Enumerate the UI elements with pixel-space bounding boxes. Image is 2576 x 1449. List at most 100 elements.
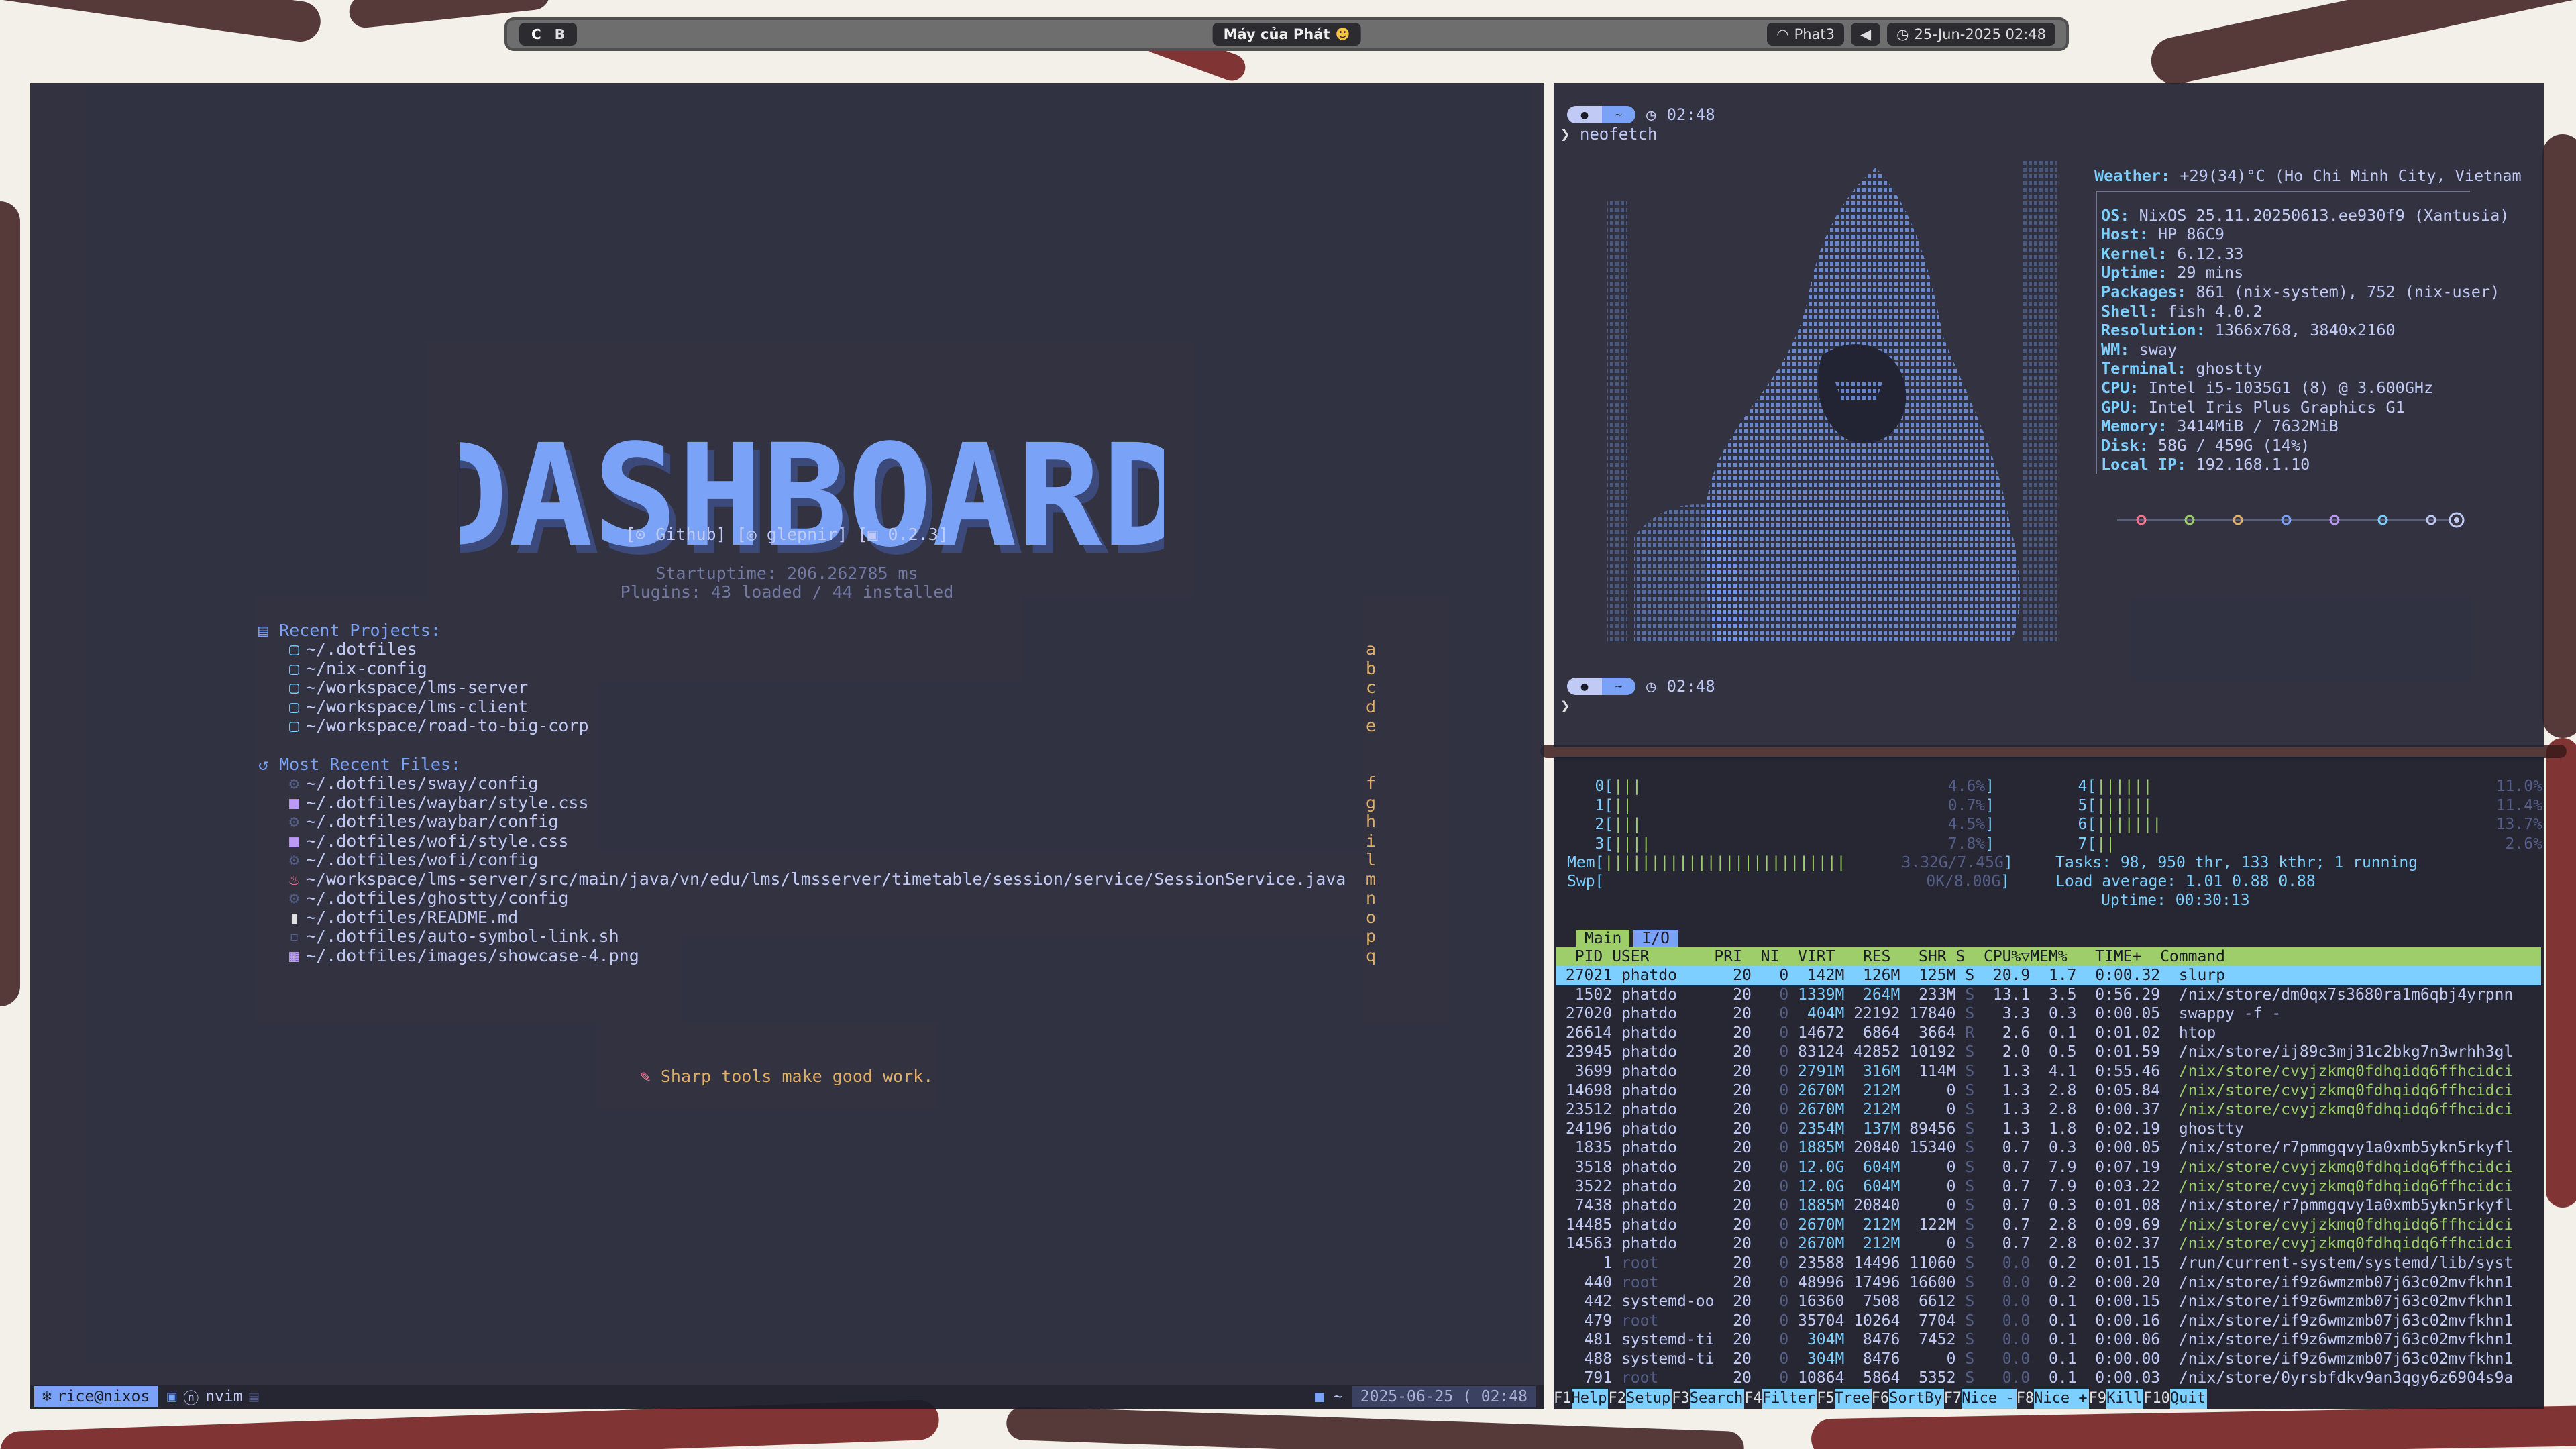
table-row[interactable]: 479 root 20 0 35704 10264 7704 S 0.0 0.1…: [1556, 1311, 2541, 1331]
table-row[interactable]: 1 root 20 0 23588 14496 11060 S 0.0 0.2 …: [1556, 1254, 2541, 1273]
table-row[interactable]: 14485 phatdo 20 0 2670M 212M 122M S 0.7 …: [1556, 1216, 2541, 1235]
folder-icon: ▢: [289, 716, 300, 735]
file-item[interactable]: ⚙ ~/.dotfiles/ghostty/config n: [258, 888, 1376, 908]
process-table[interactable]: 27021 phatdo 20 0 142M 126M 125M S 20.9 …: [1556, 966, 2541, 1388]
htop-terminal[interactable]: 0[||| 4.6%] 1[|| 0.7%] 2[||| 4.5%] 3[|||…: [1554, 757, 2544, 1409]
table-row[interactable]: 1835 phatdo 20 0 1885M 20840 15340 S 0.7…: [1556, 1138, 2541, 1158]
table-row[interactable]: 1502 phatdo 20 0 1339M 264M 233M S 13.1 …: [1556, 985, 2541, 1005]
file-item[interactable]: ♨ ~/workspace/lms-server/src/main/java/vn…: [258, 869, 1376, 890]
project-item[interactable]: ▢ ~/workspace/lms-client d: [258, 697, 1376, 717]
file-item[interactable]: ■ ~/.dotfiles/wofi/style.css i: [258, 830, 1376, 851]
fkey-label: F2: [1608, 1390, 1626, 1407]
nvim-window[interactable]: DASHBOARD DASHBOARD [⊙ Github] [◎ glepni…: [30, 83, 1544, 1409]
table-row[interactable]: 791 root 20 0 10864 5864 5352 S 0.0 0.1 …: [1556, 1368, 2541, 1388]
fkey-action[interactable]: Tree: [1834, 1389, 1872, 1409]
file-item[interactable]: ▮ ~/.dotfiles/README.md o: [258, 908, 1376, 928]
file-item[interactable]: ■ ~/.dotfiles/waybar/style.css g: [258, 792, 1376, 813]
home-icon: ~: [1602, 678, 1635, 695]
table-row[interactable]: 23945 phatdo 20 0 83124 42852 10192 S 2.…: [1556, 1042, 2541, 1062]
table-row[interactable]: 488 systemd-ti 20 0 304M 8476 0 S 0.0 0.…: [1556, 1350, 2541, 1369]
fkey-action[interactable]: Setup: [1625, 1389, 1672, 1409]
table-row[interactable]: 23512 phatdo 20 0 2670M 212M 0 S 1.3 2.8…: [1556, 1100, 2541, 1120]
plugins-count: Plugins: 43 loaded / 44 installed: [620, 582, 954, 602]
table-row[interactable]: 481 systemd-ti 20 0 304M 8476 7452 S 0.0…: [1556, 1330, 2541, 1350]
tab-io[interactable]: I/O: [1633, 930, 1678, 947]
gear-icon: ⚙: [289, 888, 300, 908]
clock[interactable]: ◷ 25-Jun-2025 02:48: [1887, 23, 2055, 46]
startuptime: Startuptime: 206.262785 ms: [655, 564, 918, 583]
github-link[interactable]: Github: [655, 525, 716, 544]
file-item[interactable]: ⚙ ~/.dotfiles/sway/config f: [258, 773, 1376, 794]
fkey-action[interactable]: Filter: [1762, 1389, 1817, 1409]
tasks-line: Tasks: 98, 950 thr, 133 kthr; 1 running: [2055, 854, 2418, 871]
user-link[interactable]: glepnir: [767, 525, 837, 544]
fkey-action[interactable]: Help: [1571, 1389, 1609, 1409]
clock-datetime: 25-Jun-2025 02:48: [1914, 26, 2047, 42]
fkey-action[interactable]: Kill: [2106, 1389, 2144, 1409]
statusline-user-label: rice@nixos: [56, 1388, 150, 1405]
wifi-status[interactable]: ◠ Phat3: [1767, 23, 1845, 46]
shell-icon: ▫: [289, 926, 300, 946]
file-item[interactable]: ▫ ~/.dotfiles/auto-symbol-link.sh p: [258, 926, 1376, 947]
file-item[interactable]: ⚙ ~/.dotfiles/wofi/config l: [258, 850, 1376, 870]
fkey-label: F8: [2016, 1390, 2035, 1407]
clock-icon: ◷: [1896, 26, 1909, 42]
table-row[interactable]: 3518 phatdo 20 0 12.0G 604M 0 S 0.7 7.9 …: [1556, 1158, 2541, 1177]
file-item[interactable]: ▦ ~/.dotfiles/images/showcase-4.png q: [258, 945, 1376, 966]
swap-meter: Swp[0K/8.00G]: [1567, 873, 2010, 890]
fkey-action[interactable]: SortBy: [1889, 1389, 1944, 1409]
project-item[interactable]: ▢ ~/nix-config b: [258, 659, 1376, 679]
table-row[interactable]: 3522 phatdo 20 0 12.0G 604M 0 S 0.7 7.9 …: [1556, 1177, 2541, 1197]
fkey-action[interactable]: Search: [1689, 1389, 1745, 1409]
table-row[interactable]: 27021 phatdo 20 0 142M 126M 125M S 20.9 …: [1556, 966, 2541, 985]
project-item[interactable]: ▢ ~/workspace/lms-server c: [258, 678, 1376, 698]
statusline-mode-label: nvim: [205, 1388, 243, 1405]
table-row[interactable]: 7438 phatdo 20 0 1885M 20840 0 S 0.7 0.3…: [1556, 1196, 2541, 1216]
wifi-ssid: Phat3: [1794, 26, 1835, 42]
recent-projects-title: Recent Projects:: [279, 620, 441, 640]
color-palette: [2117, 512, 2465, 528]
table-row[interactable]: 440 root 20 0 48996 17496 16600 S 0.0 0.…: [1556, 1273, 2541, 1293]
window-title: Máy của Phát ☻: [1212, 23, 1361, 46]
table-row[interactable]: 24196 phatdo 20 0 2354M 137M 89456 S 1.3…: [1556, 1120, 2541, 1139]
fkey-action[interactable]: Nice -: [1962, 1389, 2017, 1409]
neofetch-terminal[interactable]: ● ~ ◷ 02:48 ❯ neofetch Weather: +29(34)°…: [1554, 83, 2544, 747]
weather-value: +29(34)°C (Ho Chi Minh City, Vietnam: [2180, 166, 2522, 185]
project-item[interactable]: ▢ ~/workspace/road-to-big-corp e: [258, 716, 1376, 736]
workspace-b[interactable]: B: [549, 26, 570, 42]
fkey-action[interactable]: Quit: [2169, 1389, 2207, 1409]
folder-icon: ▢: [289, 678, 300, 697]
table-row[interactable]: 3699 phatdo 20 0 2791M 316M 114M S 1.3 4…: [1556, 1062, 2541, 1081]
volume-status[interactable]: ◀: [1851, 23, 1881, 46]
cpu-meter: 0[||| 4.6%]: [1567, 777, 1995, 795]
prompt-time: 02:48: [1666, 105, 1715, 124]
chevron-right-icon[interactable]: ❯: [1560, 696, 1570, 715]
cpu-meter: 4[|||||| 11.0%]: [2050, 777, 2544, 795]
table-row[interactable]: 442 systemd-oo 20 0 16360 7508 6612 S 0.…: [1556, 1292, 2541, 1311]
command-line: ❯ neofetch: [1560, 125, 1658, 144]
nvim-statusline: ❄ rice@nixos ▣ ⓝ nvim ▤ ■ ~ 2025-06-25 (…: [30, 1385, 1544, 1409]
table-row[interactable]: 14563 phatdo 20 0 2670M 212M 0 S 0.7 2.8…: [1556, 1234, 2541, 1254]
image-icon: ▦: [289, 945, 300, 965]
statusline-user: ❄ rice@nixos: [34, 1386, 158, 1407]
fkey-label: F3: [1672, 1390, 1690, 1407]
info-frame: [2096, 191, 2470, 474]
process-table-header[interactable]: PID USER PRI NI VIRT RES SHR S CPU%▽MEM%…: [1556, 947, 2541, 966]
gear-icon: ⚙: [289, 812, 300, 831]
css-icon: ■: [289, 792, 300, 812]
table-row[interactable]: 27020 phatdo 20 0 404M 22192 17840 S 3.3…: [1556, 1004, 2541, 1024]
file-item[interactable]: ⚙ ~/.dotfiles/waybar/config h: [258, 812, 1376, 832]
tab-main[interactable]: Main: [1576, 930, 1630, 947]
cpu-meter: 2[||| 4.5%]: [1567, 816, 1995, 833]
fkey-action[interactable]: Nice +: [2034, 1389, 2089, 1409]
version-label: 0.2.3: [888, 525, 938, 544]
weather-line: Weather: +29(34)°C (Ho Chi Minh City, Vi…: [2094, 166, 2522, 186]
workspace-c[interactable]: C: [526, 26, 547, 42]
table-row[interactable]: 14698 phatdo 20 0 2670M 212M 0 S 1.3 2.8…: [1556, 1081, 2541, 1101]
apple-icon: ●: [1567, 678, 1602, 695]
hostname-label: Máy của Phát: [1223, 26, 1330, 42]
table-row[interactable]: 26614 phatdo 20 0 14672 6864 3664 R 2.6 …: [1556, 1024, 2541, 1043]
project-item[interactable]: ▢ ~/.dotfiles a: [258, 639, 1376, 659]
uptime-line: Uptime: 00:30:13: [2101, 892, 2250, 909]
css-icon: ■: [289, 830, 300, 851]
